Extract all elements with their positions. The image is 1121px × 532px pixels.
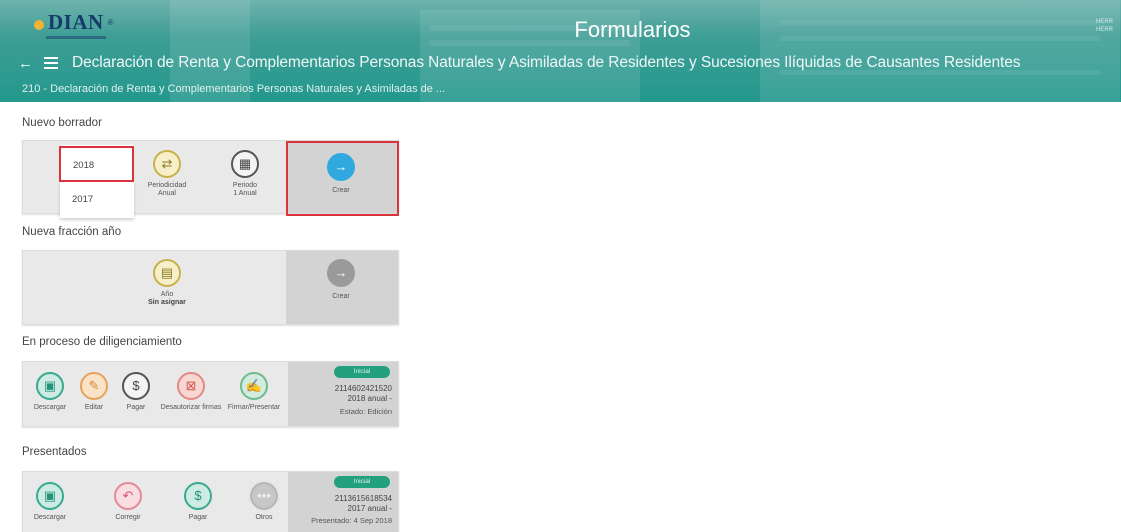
- editar-label: Editar: [84, 404, 104, 411]
- status-badge: Inicial: [334, 476, 390, 488]
- pagar-label: Pagar: [188, 514, 208, 521]
- form-info: 2113615618534 2017 anual - Presentado: 4…: [311, 494, 392, 526]
- descargar-button[interactable]: ▣ Descargar: [29, 372, 71, 412]
- download-icon: ▣: [36, 372, 64, 400]
- arrow-right-icon: →: [327, 259, 355, 287]
- section-title-en-proceso: En proceso de diligenciamiento: [22, 336, 182, 348]
- status-badge: Inicial: [334, 366, 390, 378]
- pagar-label: Pagar: [126, 404, 146, 411]
- year-option-2017[interactable]: 2017: [60, 182, 134, 218]
- anio-value: Sin asignar: [148, 299, 186, 306]
- corregir-label: Corregir: [115, 514, 141, 521]
- form-period: 2018 anual -: [347, 394, 392, 403]
- dollar-icon: $: [184, 482, 212, 510]
- desautorizar-label: Desautorizar firmas: [160, 404, 222, 411]
- app-header: DIAN ® Formularios HERR HERR ← Declaraci…: [0, 0, 1121, 102]
- download-icon: ▣: [36, 482, 64, 510]
- edit-icon: ✎: [80, 372, 108, 400]
- page-title: Formularios: [574, 17, 691, 42]
- more-icon: •••: [250, 482, 278, 510]
- pagar-button[interactable]: $ Pagar: [177, 482, 219, 522]
- periodo-selector[interactable]: ▦ Periodo 1 Anual: [219, 150, 271, 198]
- dollar-icon: $: [122, 372, 150, 400]
- section-title-presentados: Presentados: [22, 446, 87, 458]
- section-title-nuevo-borrador: Nuevo borrador: [22, 117, 102, 129]
- periodicidad-value: Anual: [158, 190, 176, 197]
- form-status: Estado: Edición: [339, 407, 392, 416]
- pagar-button[interactable]: $ Pagar: [117, 372, 155, 412]
- nueva-fraccion-card: ▤ Año Sin asignar → Crear: [22, 250, 399, 325]
- calendar-icon: ▦: [231, 150, 259, 178]
- periodo-value: 1 Anual: [233, 190, 257, 197]
- periodo-label: Periodo: [232, 182, 258, 189]
- hamburger-menu-icon[interactable]: [44, 57, 58, 69]
- delete-file-icon: ⊠: [177, 372, 205, 400]
- firmar-label: Firmar/Presentar: [227, 404, 281, 411]
- sign-pen-icon: ✍: [240, 372, 268, 400]
- otros-button[interactable]: ••• Otros: [243, 482, 285, 522]
- otros-label: Otros: [255, 514, 273, 521]
- section-title-nueva-fraccion: Nueva fracción año: [22, 226, 122, 238]
- header-user-menu[interactable]: HERR HERR: [1096, 18, 1113, 34]
- form-title: Declaración de Renta y Complementarios P…: [72, 54, 1021, 71]
- year-highlight-frame: [59, 146, 134, 182]
- editar-button[interactable]: ✎ Editar: [75, 372, 113, 412]
- header-right-line: HERR: [1095, 19, 1113, 25]
- nav-row: ← Declaración de Renta y Complementarios…: [18, 54, 1021, 72]
- form-status: Presentado: 4 Sep 2018: [311, 516, 392, 525]
- form-info: 2114602421520 2018 anual - Estado: Edici…: [335, 384, 392, 417]
- form-breadcrumb: 210 - Declaración de Renta y Complementa…: [22, 83, 446, 95]
- presentados-card: ▣ Descargar ↶ Corregir $ Pagar ••• Otros…: [22, 471, 399, 532]
- periodicidad-label: Periodicidad: [147, 182, 187, 189]
- crear-fraccion-button[interactable]: → Crear: [311, 259, 371, 301]
- periodicidad-selector[interactable]: ⇄ Periodicidad Anual: [141, 150, 193, 198]
- corregir-button[interactable]: ↶ Corregir: [107, 482, 149, 522]
- descargar-button[interactable]: ▣ Descargar: [29, 482, 71, 522]
- form-number: 2114602421520: [334, 384, 392, 393]
- crear-highlight-frame: [286, 141, 399, 216]
- anio-selector[interactable]: ▤ Año Sin asignar: [135, 259, 199, 307]
- form-period: 2017 anual -: [347, 504, 392, 513]
- form-number: 2113615618534: [334, 494, 392, 503]
- en-proceso-card: ▣ Descargar ✎ Editar $ Pagar ⊠ Desautori…: [22, 361, 399, 427]
- firmar-presentar-button[interactable]: ✍ Firmar/Presentar: [221, 372, 287, 412]
- repeat-icon: ⇄: [153, 150, 181, 178]
- background-building: [760, 0, 1120, 102]
- desautorizar-firmas-button[interactable]: ⊠ Desautorizar firmas: [157, 372, 225, 412]
- calendar-icon: ▤: [153, 259, 181, 287]
- crear-label: Crear: [332, 293, 350, 300]
- undo-icon: ↶: [114, 482, 142, 510]
- anio-label: Año: [160, 291, 174, 298]
- descargar-label: Descargar: [33, 404, 67, 411]
- back-arrow-icon[interactable]: ←: [18, 55, 34, 72]
- descargar-label: Descargar: [33, 514, 67, 521]
- header-right-line: HERR: [1095, 27, 1113, 33]
